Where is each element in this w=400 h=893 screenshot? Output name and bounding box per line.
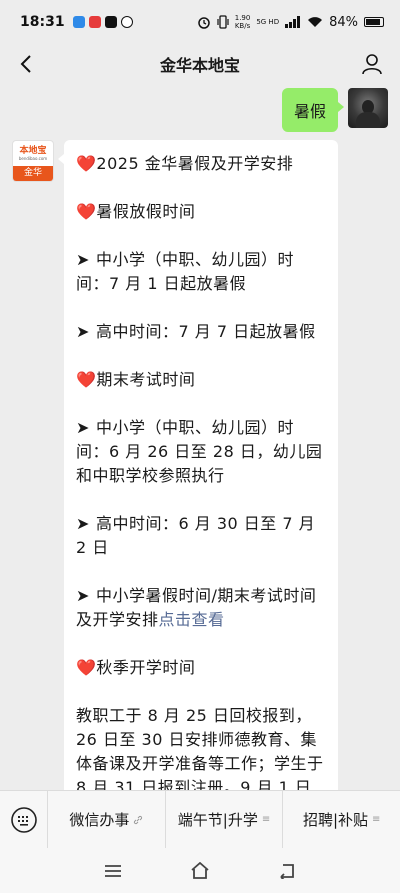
item-text: 高中时间：7 月 7 日起放暑假 xyxy=(95,322,316,341)
status-bar: 18:31 1.90 KB/s 5G HD 84% xyxy=(0,0,400,44)
notification-icons xyxy=(72,16,133,28)
app-notification-icon xyxy=(88,16,101,28)
received-message-bubble[interactable]: ❤️2025 金华暑假及开学安排 ❤️暑假放假时间 ➤ 中小学（中职、幼儿园）时… xyxy=(58,140,338,790)
keyboard-toggle-button[interactable] xyxy=(0,790,48,849)
profile-button[interactable] xyxy=(358,50,386,78)
vacation-item: ➤ 高中时间：7 月 7 日起放暑假 xyxy=(76,320,326,344)
heading-text: 暑假放假时间 xyxy=(96,202,196,221)
bot-logo-area: 本地宝 bendibao.com xyxy=(13,141,53,166)
battery-icon xyxy=(364,17,384,27)
heading-text: 秋季开学时间 xyxy=(96,658,196,677)
item-text: 中小学（中职、幼儿园）时间：6 月 26 日至 28 日，幼儿园和中职学校参照执… xyxy=(76,418,323,485)
heading-vacation: ❤️暑假放假时间 xyxy=(76,200,326,224)
keyboard-icon xyxy=(10,806,37,833)
chat-area[interactable]: 暑假 本地宝 bendibao.com 金华 ❤️2025 金华暑假及开学安排 … xyxy=(0,84,400,790)
bot-logo-url: bendibao.com xyxy=(18,156,48,161)
heart-icon: ❤️ xyxy=(76,370,97,389)
home-icon xyxy=(191,861,209,879)
title-text: 2025 金华暑假及开学安排 xyxy=(96,154,294,173)
received-message-row: 本地宝 bendibao.com 金华 ❤️2025 金华暑假及开学安排 ❤️暑… xyxy=(12,140,338,790)
arrow-icon: ➤ xyxy=(76,418,96,437)
item-text: 高中时间：6 月 30 日至 7 月 2 日 xyxy=(76,514,316,557)
tiktok-icon xyxy=(104,16,117,28)
user-icon xyxy=(362,54,382,75)
back-nav-button[interactable] xyxy=(273,857,301,885)
arrow-icon: ➤ xyxy=(76,322,96,341)
status-right: 1.90 KB/s 5G HD 84% xyxy=(197,14,384,30)
app-notification-icon xyxy=(120,16,133,28)
menu-item-jobs[interactable]: 招聘|补贴 ≡ xyxy=(283,791,400,849)
school-item: 教职工于 8 月 25 日回校报到，26 日至 30 日安排师德教育、集体备课及… xyxy=(76,706,324,790)
arrow-icon: ➤ xyxy=(76,250,96,269)
status-time: 18:31 xyxy=(20,14,65,30)
message-title: ❤️2025 金华暑假及开学安排 xyxy=(76,152,326,176)
chevron-left-icon xyxy=(20,55,31,73)
net-speed-value: 1.90 xyxy=(234,14,251,22)
bot-city-label: 金华 xyxy=(13,166,53,181)
official-account-menu: 微信办事 端午节|升学 ≡ 招聘|补贴 ≡ xyxy=(0,790,400,849)
bot-avatar[interactable]: 本地宝 bendibao.com 金华 xyxy=(12,140,54,182)
alarm-icon xyxy=(197,17,210,29)
system-nav-bar xyxy=(0,848,400,893)
exam-item: ➤ 中小学（中职、幼儿园）时间：6 月 26 日至 28 日，幼儿园和中职学校参… xyxy=(76,416,326,488)
item-text: 中小学（中职、幼儿园）时间：7 月 1 日起放暑假 xyxy=(76,250,294,293)
back-button[interactable] xyxy=(12,50,40,78)
heart-icon: ❤️ xyxy=(76,658,97,677)
arrow-icon: ➤ xyxy=(76,514,96,533)
menu-item-label: 微信办事 xyxy=(69,811,130,829)
heading-school: ❤️秋季开学时间 xyxy=(76,656,326,680)
home-button[interactable] xyxy=(186,857,214,885)
menu-item-label: 端午节|升学 xyxy=(177,811,258,829)
menu-item-festival[interactable]: 端午节|升学 ≡ xyxy=(166,790,284,849)
heading-exam: ❤️期末考试时间 xyxy=(76,368,326,392)
heart-icon: ❤️ xyxy=(76,202,97,221)
arrow-icon: ➤ xyxy=(76,586,96,605)
menu-lines-icon xyxy=(105,864,122,877)
menu-item-label: 招聘|补贴 xyxy=(302,811,369,829)
menu-icon: ≡ xyxy=(372,814,381,825)
net-speed-unit: KB/s xyxy=(234,22,251,30)
page-title: 金华本地宝 xyxy=(159,56,240,75)
battery-percent: 84% xyxy=(329,14,358,30)
link-item: ➤ 中小学暑假时间/期末考试时间及开学安排点击查看 xyxy=(76,584,326,632)
heart-icon: ❤️ xyxy=(76,154,97,173)
exam-item: ➤ 高中时间：6 月 30 日至 7 月 2 日 xyxy=(76,512,326,560)
app-notification-icon xyxy=(72,16,85,28)
recent-apps-button[interactable] xyxy=(99,857,127,885)
net-speed: 1.90 KB/s xyxy=(235,14,251,30)
vibrate-icon xyxy=(217,15,229,29)
heading-text: 期末考试时间 xyxy=(96,370,196,389)
sent-message-bubble[interactable]: 暑假 xyxy=(281,88,345,132)
menu-item-wechat-service[interactable]: 微信办事 xyxy=(48,790,166,849)
menu-icon: ≡ xyxy=(261,814,271,825)
view-details-link[interactable]: 点击查看 xyxy=(159,610,225,629)
vacation-item: ➤ 中小学（中职、幼儿园）时间：7 月 1 日起放暑假 xyxy=(76,248,326,296)
signal-icon xyxy=(285,16,301,28)
link-icon xyxy=(134,815,143,824)
sent-message-row: 暑假 xyxy=(281,88,388,132)
title-bar: 金华本地宝 xyxy=(0,44,400,84)
wifi-icon xyxy=(308,17,323,27)
back-arrow-icon xyxy=(280,863,294,879)
self-avatar[interactable] xyxy=(348,88,388,128)
bot-logo-text: 本地宝 xyxy=(19,146,47,156)
signal-label: 5G HD xyxy=(256,18,280,26)
